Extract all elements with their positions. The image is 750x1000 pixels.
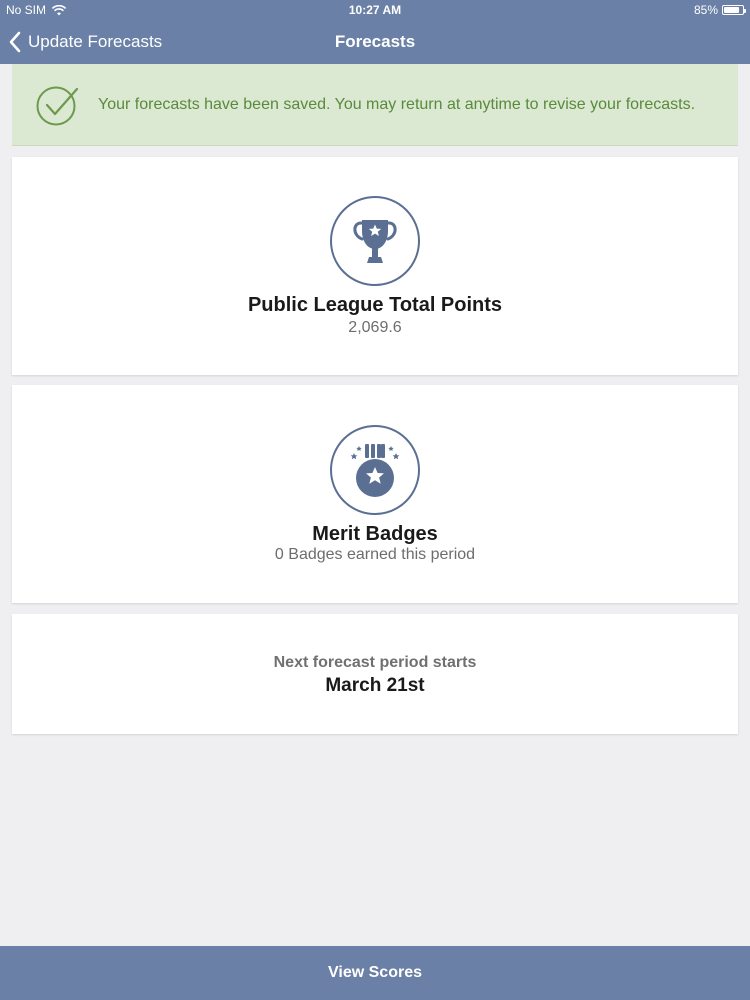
trophy-icon xyxy=(353,220,397,263)
medal-icon-circle xyxy=(330,425,420,515)
battery-percent: 85% xyxy=(693,3,718,17)
page-title: Forecasts xyxy=(334,32,416,51)
next-period-date: March 21st xyxy=(325,675,425,696)
points-value: 2,069.6 xyxy=(348,319,402,336)
top-bar: No SIM 10:27 AM 85% Update Forecasts For… xyxy=(0,0,750,64)
check-circle-icon xyxy=(36,86,79,125)
trophy-icon-circle xyxy=(330,196,420,286)
badges-title: Merit Badges xyxy=(312,523,438,545)
battery-icon xyxy=(722,5,746,15)
points-title: Public League Total Points xyxy=(247,294,503,316)
status-right: 85% xyxy=(693,3,746,17)
view-scores-label: View Scores xyxy=(328,964,422,981)
next-period-label: Next forecast period starts xyxy=(273,654,477,671)
success-alert: Your forecasts have been saved. You may … xyxy=(12,64,738,146)
success-message: Your forecasts have been saved. You may … xyxy=(98,95,696,113)
view-scores-button[interactable]: View Scores xyxy=(0,946,750,1000)
medal-icon xyxy=(350,444,400,497)
status-time: 10:27 AM xyxy=(348,3,402,17)
next-period-card: Next forecast period starts March 21st xyxy=(12,614,738,734)
badges-subtitle: 0 Badges earned this period xyxy=(274,546,476,563)
points-card[interactable]: Public League Total Points 2,069.6 xyxy=(12,157,738,375)
battery-fill xyxy=(724,7,740,13)
forecasts-screen: No SIM 10:27 AM 85% Update Forecasts For… xyxy=(0,0,750,1000)
badges-card[interactable]: Merit Badges 0 Badges earned this period xyxy=(12,385,738,603)
